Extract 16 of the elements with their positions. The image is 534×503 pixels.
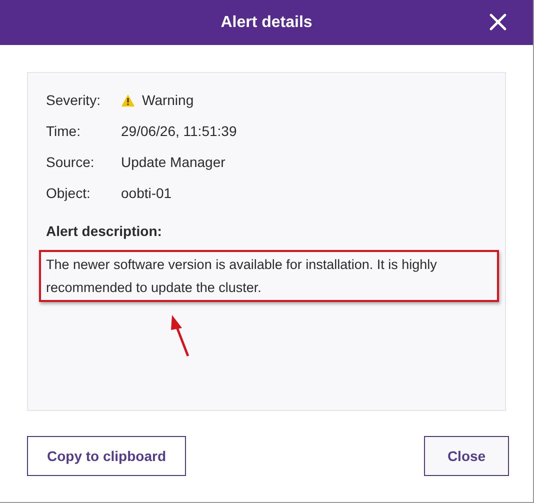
field-value: Update Manager bbox=[121, 153, 226, 172]
close-icon[interactable] bbox=[487, 11, 509, 33]
description-text: The newer software version is available for installation. It is highly recommended to update the cluster. bbox=[46, 256, 438, 297]
field-value: 29/06/26, 11:51:39 bbox=[121, 122, 237, 141]
field-value: oobti-01 bbox=[121, 184, 172, 203]
field-label: Severity: bbox=[46, 91, 102, 110]
field-label: Time: bbox=[46, 122, 82, 141]
close-button[interactable]: Close bbox=[424, 436, 509, 476]
arrow-drawing bbox=[168, 315, 192, 359]
copy-button[interactable]: Copy to clipboard bbox=[27, 436, 186, 476]
field-label: Object: bbox=[46, 184, 92, 203]
window-title: Alert details bbox=[220, 12, 312, 32]
warning-icon bbox=[121, 94, 135, 107]
description-label: Alert description: bbox=[46, 222, 163, 241]
field-value: Warning bbox=[142, 91, 194, 110]
field-label: Source: bbox=[46, 153, 96, 172]
